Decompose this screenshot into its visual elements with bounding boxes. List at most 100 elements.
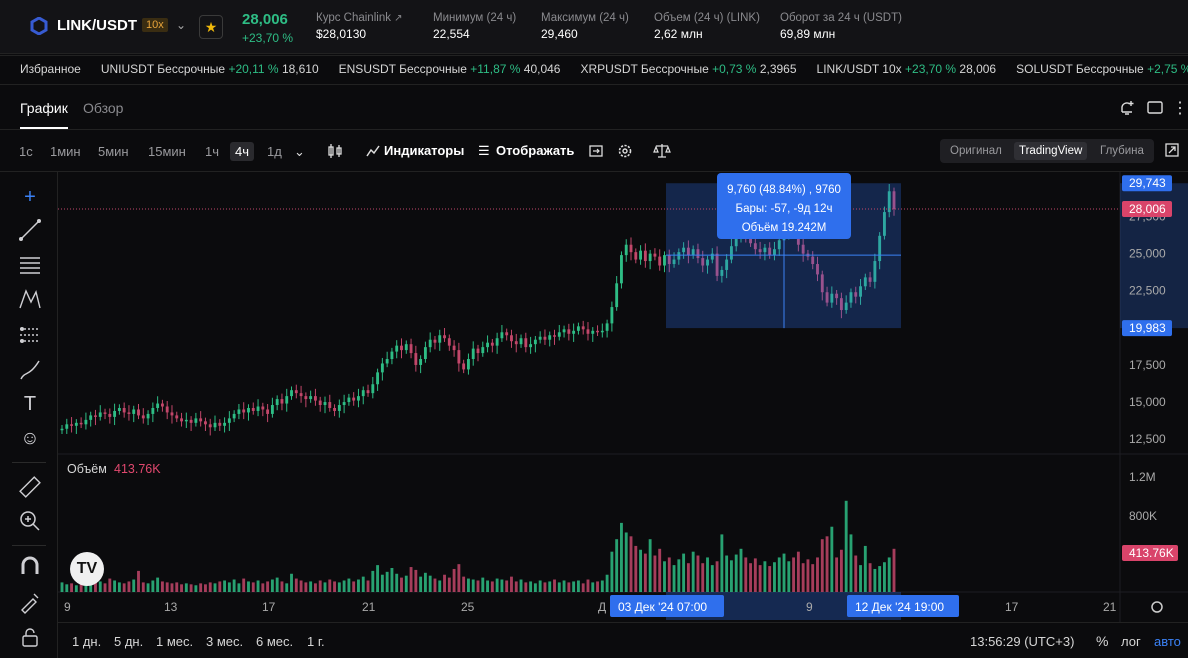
- trend-line-icon[interactable]: [17, 217, 43, 243]
- candle-body: [519, 338, 523, 345]
- candle-body: [471, 348, 475, 360]
- window-icon[interactable]: [1147, 101, 1163, 115]
- percent-toggle[interactable]: %: [1096, 633, 1108, 649]
- tab-overview[interactable]: Обзор: [83, 100, 123, 116]
- view-tradingview[interactable]: TradingView: [1014, 142, 1088, 160]
- range-1m[interactable]: 1 мес.: [156, 634, 193, 649]
- horizontal-lines-icon[interactable]: [17, 252, 43, 278]
- range-5d[interactable]: 5 дн.: [114, 634, 143, 649]
- timeframe-5m[interactable]: 5мин: [98, 144, 129, 159]
- volume-bar: [739, 548, 743, 592]
- timeframe-1m[interactable]: 1мин: [50, 144, 81, 159]
- crosshair-icon[interactable]: +: [17, 184, 43, 210]
- timeframe-1h[interactable]: 1ч: [205, 144, 219, 159]
- chevron-down-icon[interactable]: ⌄: [294, 144, 305, 160]
- timeframe-1d[interactable]: 1д: [267, 144, 282, 159]
- volume-bar: [65, 584, 69, 592]
- chart-area[interactable]: 12,50015,00017,50020,00022,50025,00027,5…: [58, 172, 1188, 622]
- stat-label: Максимум (24 ч): [541, 12, 629, 24]
- timeframe-15m[interactable]: 15мин: [148, 144, 186, 159]
- auto-toggle[interactable]: авто: [1154, 634, 1181, 649]
- timeframe-4h[interactable]: 4ч: [230, 142, 255, 161]
- candle-body: [591, 330, 595, 334]
- ticker-name: LINK/USDT 10x: [816, 62, 902, 76]
- ticker-item[interactable]: SOLUSDT Бессрочные +2,75 % 229: [1016, 62, 1188, 76]
- chevron-down-icon[interactable]: ⌄: [176, 18, 186, 32]
- volume-bar: [801, 563, 805, 592]
- candle-body: [562, 329, 566, 333]
- volume-bar: [663, 561, 666, 592]
- price-chart[interactable]: 12,50015,00017,50020,00022,50025,00027,5…: [58, 172, 1188, 622]
- gear-icon[interactable]: [617, 143, 633, 159]
- timeframe-1s[interactable]: 1с: [19, 144, 33, 159]
- ticker-item[interactable]: LINK/USDT 10x +23,70 % 28,006: [817, 62, 997, 76]
- volume-bar: [294, 578, 298, 592]
- emoji-icon[interactable]: ☺: [17, 426, 43, 452]
- range-3m[interactable]: 3 мес.: [206, 634, 243, 649]
- volume-bar: [715, 561, 719, 592]
- candle-type-icon[interactable]: [327, 144, 343, 158]
- candle-body: [486, 342, 489, 348]
- magnet-icon[interactable]: [17, 554, 43, 580]
- volume-bar: [261, 583, 265, 592]
- ruler-icon[interactable]: [17, 474, 43, 500]
- candle-body: [447, 338, 451, 346]
- candle-body: [376, 372, 380, 385]
- more-icon[interactable]: ⋮: [1172, 98, 1188, 118]
- volume-bar: [586, 579, 590, 592]
- candle-body: [151, 407, 155, 414]
- volume-bar: [600, 580, 604, 592]
- indicators-button[interactable]: Индикаторы: [384, 143, 464, 158]
- stat-label: Оборот за 24 ч (USDT): [780, 12, 902, 24]
- stat-value: 69,89 млн: [780, 27, 836, 41]
- candle-body: [567, 329, 571, 334]
- range-1y[interactable]: 1 г.: [307, 634, 325, 649]
- clock[interactable]: 13:56:29 (UTC+3): [970, 634, 1074, 649]
- scale-icon[interactable]: [653, 143, 671, 159]
- candle-body: [318, 400, 322, 406]
- compare-icon[interactable]: [589, 144, 603, 158]
- volume-bar: [763, 561, 767, 592]
- alert-add-icon[interactable]: [1119, 100, 1135, 116]
- text-tool-icon[interactable]: T: [17, 391, 43, 417]
- volume-bar: [414, 569, 418, 592]
- view-depth[interactable]: Глубина: [1100, 145, 1144, 157]
- pair-name[interactable]: LINK/USDT: [57, 17, 137, 34]
- external-link-icon[interactable]: ↗: [394, 13, 402, 24]
- range-6m[interactable]: 6 мес.: [256, 634, 293, 649]
- brush-icon[interactable]: [17, 357, 43, 383]
- fullscreen-icon[interactable]: [1165, 143, 1179, 157]
- volume-bar: [629, 536, 633, 592]
- volume-bar: [74, 585, 78, 592]
- ticker-item[interactable]: ENSUSDT Бессрочные +11,87 % 40,046: [339, 62, 561, 76]
- fib-icon[interactable]: [17, 322, 43, 348]
- favorite-star-icon[interactable]: ★: [199, 15, 223, 39]
- volume-bar: [113, 580, 117, 592]
- range-1d[interactable]: 1 дн.: [72, 634, 101, 649]
- zoom-in-icon[interactable]: [17, 508, 43, 534]
- display-button[interactable]: Отображать: [496, 143, 574, 158]
- stat-value: 29,460: [541, 27, 578, 41]
- tab-chart[interactable]: График: [20, 100, 68, 116]
- ticker-item[interactable]: UNIUSDT Бессрочные +20,11 % 18,610: [101, 62, 319, 76]
- candle-body: [500, 332, 504, 339]
- lock-drawing-icon[interactable]: [17, 589, 43, 615]
- candle-body: [543, 336, 547, 340]
- view-original[interactable]: Оригинал: [950, 145, 1002, 157]
- pattern-icon[interactable]: [17, 286, 43, 312]
- ticker-name: UNIUSDT Бессрочные: [100, 62, 226, 76]
- lock-icon[interactable]: [17, 624, 43, 650]
- volume-bar: [782, 553, 786, 592]
- axis-settings-icon[interactable]: [1151, 601, 1163, 613]
- volume-bar: [672, 565, 676, 592]
- favorites-label[interactable]: Избранное: [20, 62, 81, 76]
- volume-bar: [204, 584, 207, 592]
- tradingview-logo-icon[interactable]: TV: [70, 552, 104, 586]
- ticker-item[interactable]: XRPUSDT Бессрочные +0,73 % 2,3965: [580, 62, 796, 76]
- log-toggle[interactable]: лог: [1121, 634, 1141, 649]
- volume-bar: [758, 565, 762, 592]
- volume-bar: [208, 582, 212, 592]
- volume-bar: [122, 583, 126, 592]
- stat-chainlink-rate[interactable]: Курс Chainlink ↗ $28,0130: [316, 12, 403, 41]
- indicators-icon: [366, 145, 380, 157]
